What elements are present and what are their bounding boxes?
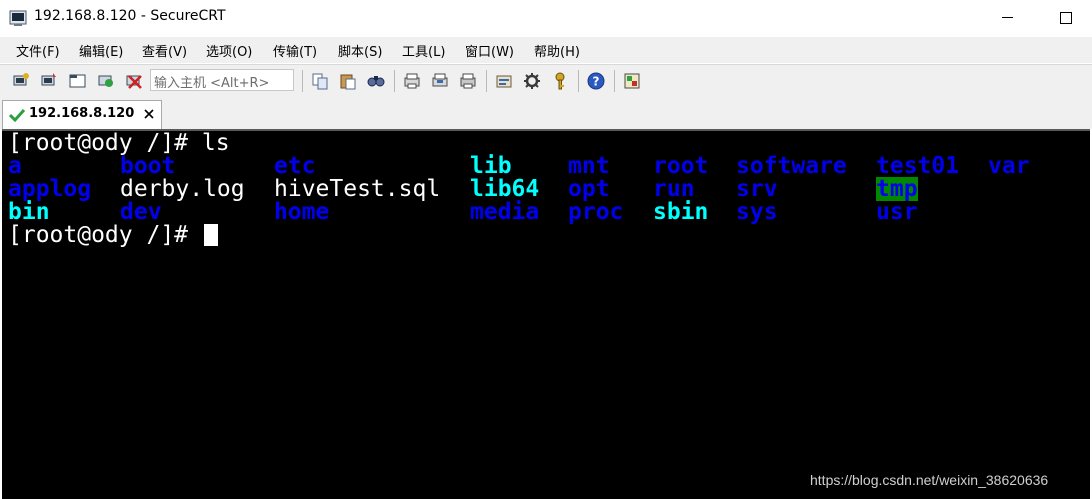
menu-edit[interactable]: 编辑(E) xyxy=(79,41,123,60)
ls-entry-var: var xyxy=(988,153,1030,179)
toolbar-separator xyxy=(578,70,579,92)
menu-options[interactable]: 选项(O) xyxy=(206,41,252,60)
ls-entry-a: a xyxy=(8,153,22,179)
ls-entry-lib64: lib64 xyxy=(470,176,540,202)
connect-in-tab-icon[interactable] xyxy=(68,71,88,91)
menu-transfer[interactable]: 传输(T) xyxy=(273,41,317,60)
copy-icon[interactable] xyxy=(310,71,330,91)
ls-entry-software: software xyxy=(736,153,847,179)
securecrt-app-icon xyxy=(9,10,27,26)
minimize-button[interactable] xyxy=(984,0,1030,36)
toolbar-separator xyxy=(302,70,303,92)
ls-entry-root: root xyxy=(653,153,709,179)
ls-entry-applog: applog xyxy=(8,176,92,202)
ls-entry-sbin: sbin xyxy=(653,199,709,225)
map-icon[interactable] xyxy=(622,71,642,91)
ls-entry-proc: proc xyxy=(568,199,624,225)
ls-entry-hivetest-sql: hiveTest.sql xyxy=(274,176,441,202)
ls-entry-etc: etc xyxy=(274,153,316,179)
print-setup-icon[interactable] xyxy=(402,71,422,91)
ls-entry-lib: lib xyxy=(470,153,512,179)
help-icon[interactable]: ? xyxy=(586,71,606,91)
find-icon[interactable] xyxy=(366,71,386,91)
ls-entry-media: media xyxy=(470,199,540,225)
toolbar-separator xyxy=(486,70,487,92)
terminal-prompt-line: [root@ody /]# xyxy=(8,222,202,248)
ls-entry-opt: opt xyxy=(568,176,610,202)
menu-help[interactable]: 帮助(H) xyxy=(534,41,580,60)
ls-entry-srv: srv xyxy=(736,176,778,202)
tab-label: 192.168.8.120 xyxy=(29,106,135,121)
ls-entry-run: run xyxy=(653,176,695,202)
ls-entry-mnt: mnt xyxy=(568,153,610,179)
paste-icon[interactable] xyxy=(338,71,358,91)
menu-tools[interactable]: 工具(L) xyxy=(402,41,445,60)
toolbar: 输入主机 <Alt+R> ? xyxy=(0,64,1092,97)
terminal[interactable]: [root@ody /]# ls a boot etc lib mnt root… xyxy=(2,129,1090,499)
ls-entry-dev: dev xyxy=(120,199,162,225)
global-options-icon[interactable] xyxy=(522,71,542,91)
ls-entry-derby-log: derby.log xyxy=(120,176,245,202)
watermark: https://blog.csdn.net/weixin_38620636 xyxy=(810,472,1049,488)
ls-entry-home: home xyxy=(274,199,330,225)
menu-file[interactable]: 文件(F) xyxy=(16,41,60,60)
ls-entry-sys: sys xyxy=(736,199,778,225)
session-options-icon[interactable] xyxy=(494,71,514,91)
ls-entry-usr: usr xyxy=(876,199,918,225)
menu-script[interactable]: 脚本(S) xyxy=(338,41,382,60)
terminal-prompt-line: [root@ody /]# ls xyxy=(8,130,230,156)
menu-bar: 文件(F) 编辑(E) 查看(V) 选项(O) 传输(T) 脚本(S) 工具(L… xyxy=(0,37,1092,63)
window-title: 192.168.8.120 - SecureCRT xyxy=(34,8,226,24)
terminal-cursor xyxy=(204,224,218,246)
quick-connect-input[interactable]: 输入主机 <Alt+R> xyxy=(150,69,294,91)
quick-connect-icon[interactable] xyxy=(39,71,59,91)
svg-text:?: ? xyxy=(593,75,600,89)
toolbar-separator xyxy=(614,70,615,92)
print-screen-icon[interactable] xyxy=(430,71,450,91)
ls-entry-test01: test01 xyxy=(876,153,960,179)
checkmark-icon xyxy=(9,108,25,122)
ls-entry-boot: boot xyxy=(120,153,176,179)
tab-session[interactable]: 192.168.8.120 xyxy=(2,100,162,129)
connect-icon[interactable] xyxy=(11,71,31,91)
disconnect-icon[interactable] xyxy=(124,71,144,91)
close-icon[interactable] xyxy=(143,108,155,120)
reconnect-icon[interactable] xyxy=(96,71,116,91)
menu-view[interactable]: 查看(V) xyxy=(142,41,187,60)
print-icon[interactable] xyxy=(458,71,478,91)
maximize-button[interactable] xyxy=(1042,0,1088,36)
toolbar-separator xyxy=(394,70,395,92)
tab-strip: 192.168.8.120 xyxy=(0,97,1092,129)
key-icon[interactable] xyxy=(550,71,570,91)
ls-entry-bin: bin xyxy=(8,199,50,225)
ls-entry-tmp: tmp xyxy=(876,176,918,202)
title-bar: 192.168.8.120 - SecureCRT xyxy=(0,0,1092,36)
menu-window[interactable]: 窗口(W) xyxy=(465,41,514,60)
